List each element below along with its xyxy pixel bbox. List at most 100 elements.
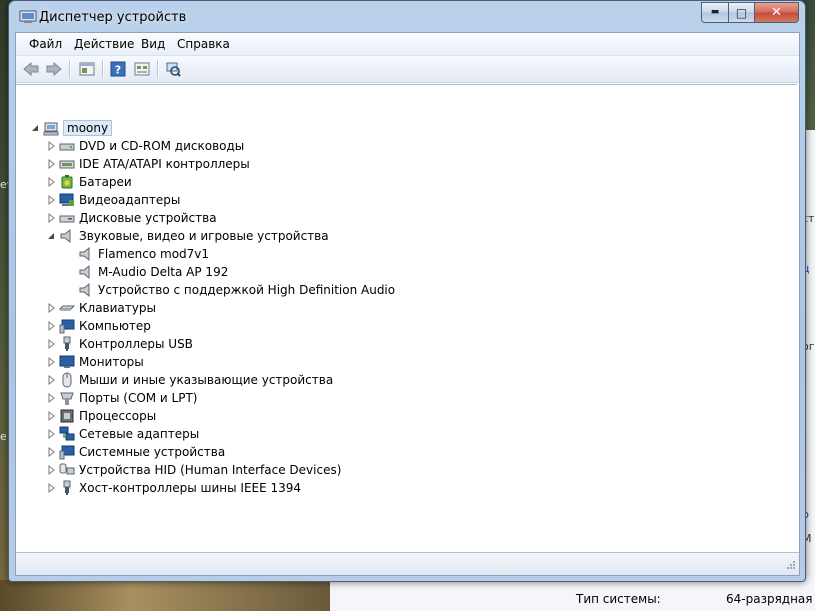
- usb-icon: [63, 336, 71, 351]
- disk-drive-icon: [59, 215, 75, 223]
- tree-node-computer[interactable]: Компьютер: [46, 317, 151, 335]
- tree-node-ieee1394[interactable]: Хост-контроллеры шины IEEE 1394: [46, 479, 301, 497]
- tree-node-label: Звуковые, видео и игровые устройства: [79, 229, 329, 243]
- toolbar-separator: [69, 60, 71, 78]
- tree-child-label: Flamenco mod7v1: [98, 247, 210, 261]
- tree-node-label: Клавиатуры: [79, 301, 156, 315]
- tree-node-disk-drives[interactable]: Дисковые устройства: [46, 209, 217, 227]
- speaker-icon: [79, 246, 90, 262]
- tree-node-label: Устройства HID (Human Interface Devices): [79, 463, 342, 477]
- expand-arrow-icon[interactable]: [46, 141, 56, 151]
- dvd-drive-icon: [59, 143, 75, 151]
- expand-arrow-icon[interactable]: [46, 339, 56, 349]
- back-button[interactable]: [22, 60, 40, 78]
- menu-bar: Файл Действие Вид Справка: [16, 33, 799, 56]
- expand-arrow-icon[interactable]: [46, 393, 56, 403]
- keyboard-icon: [59, 305, 75, 311]
- device-tree: moony DVD и CD-ROM дисководы IDE ATA/ATA…: [16, 84, 797, 551]
- tree-node-label: Хост-контроллеры шины IEEE 1394: [79, 481, 302, 495]
- expand-arrow-icon[interactable]: [46, 447, 56, 457]
- tree-node-monitors[interactable]: Мониторы: [46, 353, 144, 371]
- tree-child-device[interactable]: Flamenco mod7v1: [78, 245, 209, 263]
- forward-button[interactable]: [45, 60, 63, 78]
- help-icon: ?: [110, 61, 126, 77]
- expand-arrow-icon[interactable]: [46, 375, 56, 385]
- speaker-icon: [79, 282, 90, 298]
- menu-view[interactable]: Вид: [141, 37, 165, 51]
- tree-node-label: Мониторы: [79, 355, 144, 369]
- background-system-info: Тип системы: 64-разрядная оп: [330, 580, 815, 611]
- tree-node-hid[interactable]: Устройства HID (Human Interface Devices): [46, 461, 341, 479]
- monitor-icon: [59, 355, 75, 368]
- tree-child-device[interactable]: Устройство с поддержкой High Definition …: [78, 281, 395, 299]
- expand-arrow-icon[interactable]: [46, 411, 56, 421]
- system-device-icon: [59, 445, 75, 460]
- tree-node-sound[interactable]: Звуковые, видео и игровые устройства: [46, 227, 329, 245]
- root-computer-name: moony: [63, 120, 113, 136]
- processor-icon: [60, 409, 74, 423]
- tree-node-system-devices[interactable]: Системные устройства: [46, 443, 225, 461]
- ieee1394-icon: [63, 480, 71, 495]
- tree-node-label: Процессоры: [79, 409, 157, 423]
- back-icon: [23, 62, 39, 76]
- expand-arrow-icon[interactable]: [46, 213, 56, 223]
- minimize-icon: ▬: [710, 7, 720, 17]
- computer-icon: [59, 319, 75, 334]
- tree-node-ide[interactable]: IDE ATA/ATAPI контроллеры: [46, 155, 250, 173]
- expand-arrow-icon[interactable]: [46, 357, 56, 367]
- scan-hardware-button[interactable]: [164, 60, 182, 78]
- expand-arrow-icon[interactable]: [46, 321, 56, 331]
- desktop-wallpaper-grass: [0, 580, 330, 611]
- tree-root[interactable]: moony: [30, 119, 113, 137]
- maximize-button[interactable]: □: [728, 2, 754, 23]
- tree-node-label: IDE ATA/ATAPI контроллеры: [79, 157, 250, 171]
- tree-node-label: Системные устройства: [79, 445, 226, 459]
- menu-file[interactable]: Файл: [29, 37, 62, 51]
- minimize-button[interactable]: ▬: [701, 2, 728, 23]
- collapse-arrow-icon[interactable]: [46, 231, 56, 241]
- expand-arrow-icon[interactable]: [46, 465, 56, 475]
- computer-icon: [43, 122, 59, 136]
- title-bar[interactable]: Диспетчер устройств ▬ □ ✕: [9, 1, 805, 33]
- properties-button[interactable]: [78, 60, 96, 78]
- collapse-arrow-icon[interactable]: [30, 123, 40, 133]
- tree-node-label: Видеоадаптеры: [79, 193, 181, 207]
- tree-node-label: Мыши и иные указывающие устройства: [79, 373, 334, 387]
- tree-node-video-adapters[interactable]: Видеоадаптеры: [46, 191, 180, 209]
- tree-node-dvd[interactable]: DVD и CD-ROM дисководы: [46, 137, 244, 155]
- caption-buttons: ▬ □ ✕: [701, 2, 799, 23]
- tree-node-label: Сетевые адаптеры: [79, 427, 200, 441]
- expand-arrow-icon[interactable]: [46, 303, 56, 313]
- tree-node-usb[interactable]: Контроллеры USB: [46, 335, 193, 353]
- expand-arrow-icon[interactable]: [46, 483, 56, 493]
- desktop-fragment: e: [0, 430, 7, 443]
- menu-action[interactable]: Действие: [74, 37, 134, 51]
- tree-node-label: Батареи: [79, 175, 132, 189]
- tree-node-mice[interactable]: Мыши и иные указывающие устройства: [46, 371, 333, 389]
- close-icon: ✕: [771, 5, 782, 20]
- properties-icon: [79, 62, 95, 76]
- expand-arrow-icon[interactable]: [46, 429, 56, 439]
- help-button[interactable]: ?: [109, 60, 127, 78]
- menu-help[interactable]: Справка: [177, 37, 230, 51]
- tree-node-ports[interactable]: Порты (COM и LPT): [46, 389, 197, 407]
- close-button[interactable]: ✕: [754, 2, 799, 23]
- speaker-icon: [79, 264, 90, 280]
- resize-grip-icon[interactable]: [784, 560, 796, 572]
- tree-node-batteries[interactable]: Батареи: [46, 173, 132, 191]
- tree-child-device[interactable]: M-Audio Delta AP 192: [78, 263, 228, 281]
- tree-node-keyboards[interactable]: Клавиатуры: [46, 299, 156, 317]
- view-button[interactable]: [133, 60, 151, 78]
- expand-arrow-icon[interactable]: [46, 177, 56, 187]
- speaker-icon: [60, 228, 71, 244]
- tree-node-label: Контроллеры USB: [79, 337, 193, 351]
- hid-icon: [59, 463, 75, 475]
- tree-child-label: Устройство с поддержкой High Definition …: [98, 283, 396, 297]
- svg-text:?: ?: [115, 64, 121, 77]
- tree-node-processors[interactable]: Процессоры: [46, 407, 156, 425]
- tree-node-network[interactable]: Сетевые адаптеры: [46, 425, 199, 443]
- expand-arrow-icon[interactable]: [46, 195, 56, 205]
- ide-controller-icon: [59, 160, 75, 169]
- toolbar-separator: [102, 60, 104, 78]
- expand-arrow-icon[interactable]: [46, 159, 56, 169]
